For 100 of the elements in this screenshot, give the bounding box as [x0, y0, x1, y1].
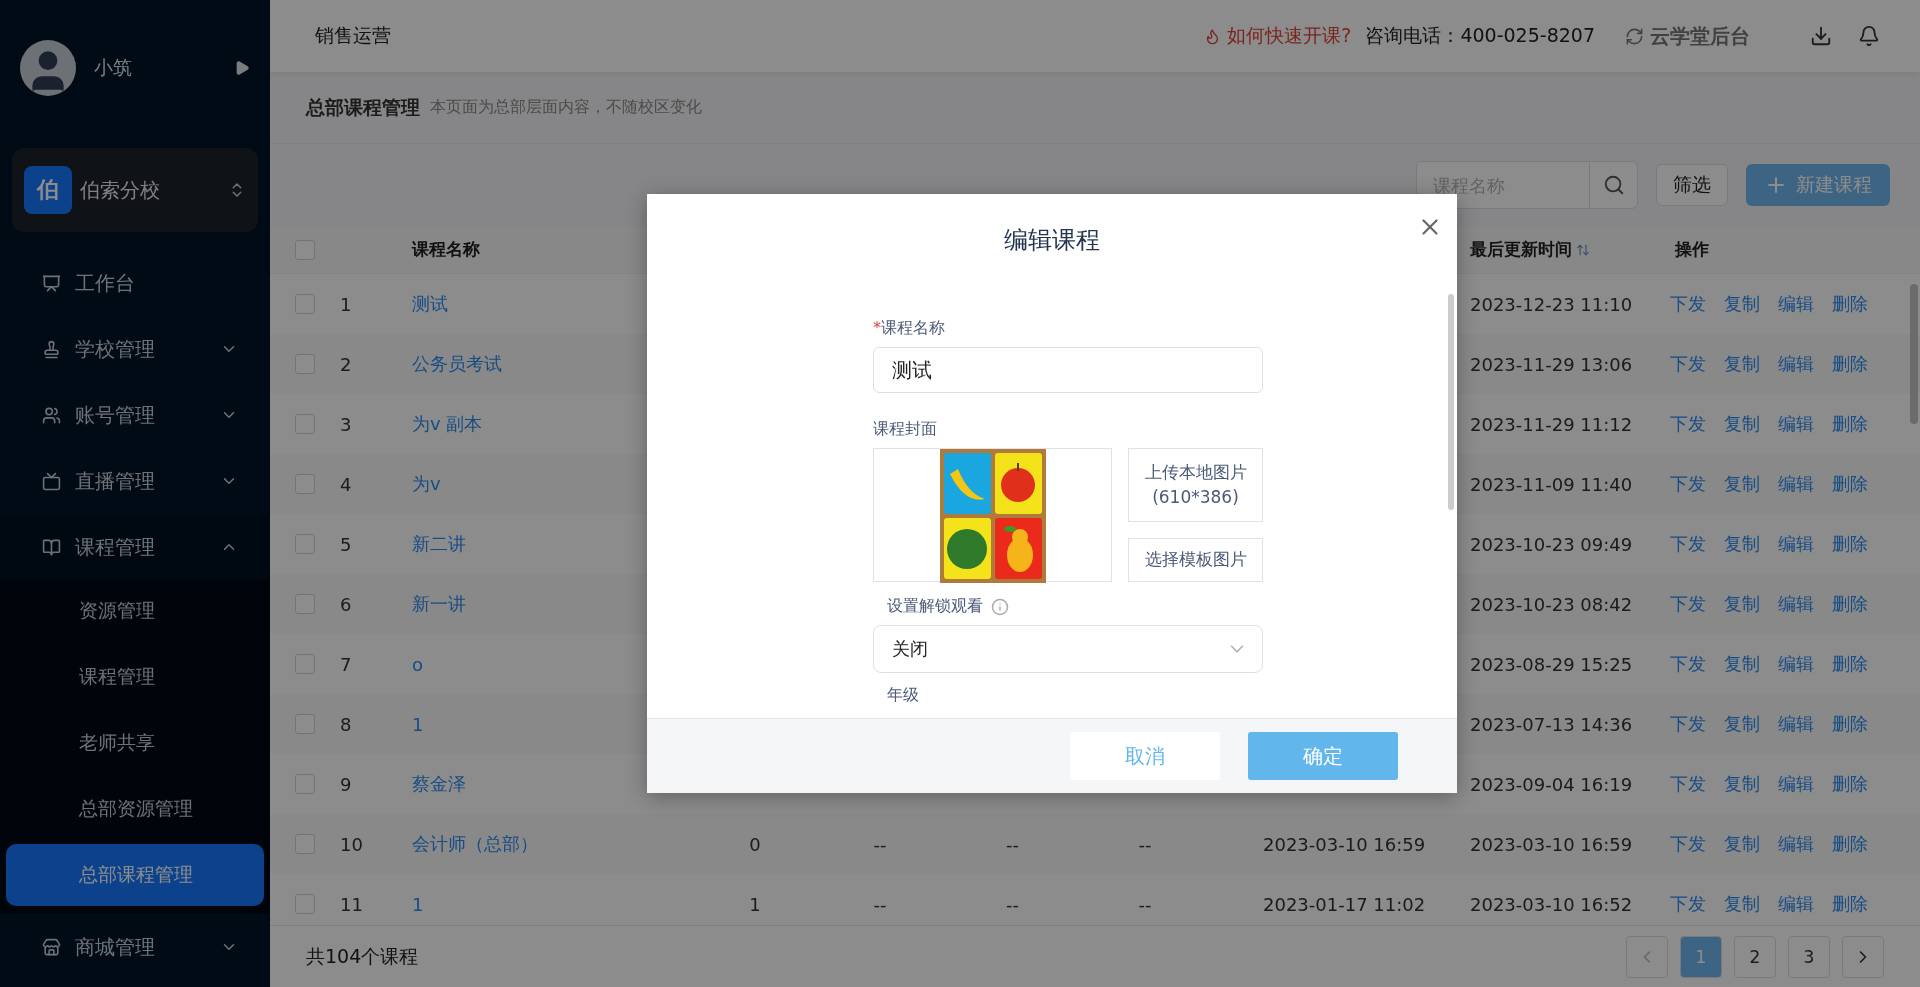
action-link[interactable]: 下发: [1670, 292, 1706, 316]
course-name-link[interactable]: 测试: [400, 292, 448, 316]
action-link[interactable]: 下发: [1670, 772, 1706, 796]
filter-button[interactable]: 筛选: [1656, 164, 1728, 206]
action-link[interactable]: 复制: [1724, 472, 1760, 496]
upload-image-button[interactable]: 上传本地图片 (610*386): [1128, 448, 1263, 522]
action-link[interactable]: 删除: [1832, 292, 1868, 316]
help-link[interactable]: 如何快速开课?: [1204, 23, 1352, 49]
scrollbar-thumb[interactable]: [1910, 284, 1918, 424]
action-link[interactable]: 复制: [1724, 892, 1760, 916]
action-link[interactable]: 下发: [1670, 652, 1706, 676]
action-link[interactable]: 下发: [1670, 892, 1706, 916]
template-image-button[interactable]: 选择模板图片: [1128, 538, 1263, 582]
action-link[interactable]: 编辑: [1778, 412, 1814, 436]
menu-item[interactable]: 课程管理: [0, 514, 270, 580]
action-link[interactable]: 复制: [1724, 592, 1760, 616]
action-link[interactable]: 复制: [1724, 652, 1760, 676]
course-name-link[interactable]: 新一讲: [400, 592, 466, 616]
checkbox[interactable]: [295, 474, 315, 494]
action-link[interactable]: 复制: [1724, 532, 1760, 556]
course-name-link[interactable]: 新二讲: [400, 532, 466, 556]
menu-item[interactable]: 商城管理: [0, 914, 270, 980]
course-name-link[interactable]: 蔡金泽: [400, 772, 466, 796]
action-link[interactable]: 下发: [1670, 412, 1706, 436]
course-name-link[interactable]: 会计师（总部）: [400, 832, 538, 856]
download-icon[interactable]: [1810, 25, 1832, 47]
action-link[interactable]: 编辑: [1778, 352, 1814, 376]
submenu-item[interactable]: 总部课程管理: [6, 844, 264, 906]
action-link[interactable]: 复制: [1724, 292, 1760, 316]
checkbox[interactable]: [295, 414, 315, 434]
action-link[interactable]: 编辑: [1778, 832, 1814, 856]
action-link[interactable]: 删除: [1832, 832, 1868, 856]
menu-item[interactable]: 账号管理: [0, 382, 270, 448]
action-link[interactable]: 编辑: [1778, 592, 1814, 616]
action-link[interactable]: 编辑: [1778, 532, 1814, 556]
action-link[interactable]: 下发: [1670, 532, 1706, 556]
checkbox[interactable]: [295, 594, 315, 614]
course-name-link[interactable]: 为v 副本: [400, 412, 483, 436]
school-switcher[interactable]: 伯 伯索分校: [12, 148, 258, 232]
action-link[interactable]: 下发: [1670, 592, 1706, 616]
action-link[interactable]: 删除: [1832, 532, 1868, 556]
sort-icon[interactable]: [1576, 242, 1590, 257]
submenu-item[interactable]: 资源管理: [6, 580, 264, 642]
cancel-button[interactable]: 取消: [1070, 732, 1220, 780]
menu-item[interactable]: 直播管理: [0, 448, 270, 514]
course-name-link[interactable]: o: [400, 653, 423, 675]
bell-icon[interactable]: [1858, 25, 1880, 47]
course-name-link[interactable]: 1: [400, 893, 424, 915]
confirm-button[interactable]: 确定: [1248, 732, 1398, 780]
checkbox[interactable]: [295, 894, 315, 914]
action-link[interactable]: 删除: [1832, 772, 1868, 796]
action-link[interactable]: 下发: [1670, 712, 1706, 736]
action-link[interactable]: 删除: [1832, 652, 1868, 676]
expand-arrow-icon[interactable]: [234, 60, 250, 76]
checkbox[interactable]: [295, 714, 315, 734]
action-link[interactable]: 复制: [1724, 412, 1760, 436]
checkbox[interactable]: [295, 239, 315, 260]
action-link[interactable]: 删除: [1832, 712, 1868, 736]
action-link[interactable]: 编辑: [1778, 772, 1814, 796]
submenu-item[interactable]: 课程管理: [6, 646, 264, 708]
course-name-link[interactable]: 为v: [400, 472, 441, 496]
submenu-item[interactable]: 总部资源管理: [6, 778, 264, 840]
page-button[interactable]: 3: [1788, 935, 1830, 978]
action-link[interactable]: 复制: [1724, 352, 1760, 376]
action-link[interactable]: 复制: [1724, 772, 1760, 796]
action-link[interactable]: 编辑: [1778, 472, 1814, 496]
info-icon[interactable]: [991, 597, 1009, 616]
scrollbar-thumb[interactable]: [1448, 294, 1454, 510]
checkbox[interactable]: [295, 774, 315, 794]
action-link[interactable]: 复制: [1724, 712, 1760, 736]
submenu-item[interactable]: 老师共享: [6, 712, 264, 774]
course-name-link[interactable]: 公务员考试: [400, 352, 502, 376]
action-link[interactable]: 编辑: [1778, 892, 1814, 916]
action-link[interactable]: 下发: [1670, 352, 1706, 376]
course-name-link[interactable]: 1: [400, 713, 424, 735]
next-page-button[interactable]: [1842, 935, 1884, 978]
action-link[interactable]: 删除: [1832, 892, 1868, 916]
action-link[interactable]: 编辑: [1778, 652, 1814, 676]
action-link[interactable]: 删除: [1832, 472, 1868, 496]
checkbox[interactable]: [295, 654, 315, 674]
course-name-field[interactable]: 测试: [873, 347, 1263, 393]
page-button[interactable]: 2: [1734, 935, 1776, 978]
checkbox[interactable]: [295, 354, 315, 374]
action-link[interactable]: 编辑: [1778, 292, 1814, 316]
checkbox[interactable]: [295, 834, 315, 854]
action-link[interactable]: 删除: [1832, 412, 1868, 436]
checkbox[interactable]: [295, 294, 315, 314]
menu-item[interactable]: 学校管理: [0, 316, 270, 382]
action-link[interactable]: 复制: [1724, 832, 1760, 856]
checkbox[interactable]: [295, 534, 315, 554]
action-link[interactable]: 编辑: [1778, 712, 1814, 736]
action-link[interactable]: 下发: [1670, 472, 1706, 496]
unlock-select[interactable]: 关闭: [873, 625, 1263, 673]
menu-item[interactable]: 工作台: [0, 250, 270, 316]
new-course-button[interactable]: 新建课程: [1746, 164, 1890, 206]
page-button[interactable]: 1: [1680, 935, 1722, 978]
backend-link[interactable]: 云学堂后台: [1625, 22, 1750, 50]
action-link[interactable]: 删除: [1832, 352, 1868, 376]
action-link[interactable]: 删除: [1832, 592, 1868, 616]
action-link[interactable]: 下发: [1670, 832, 1706, 856]
